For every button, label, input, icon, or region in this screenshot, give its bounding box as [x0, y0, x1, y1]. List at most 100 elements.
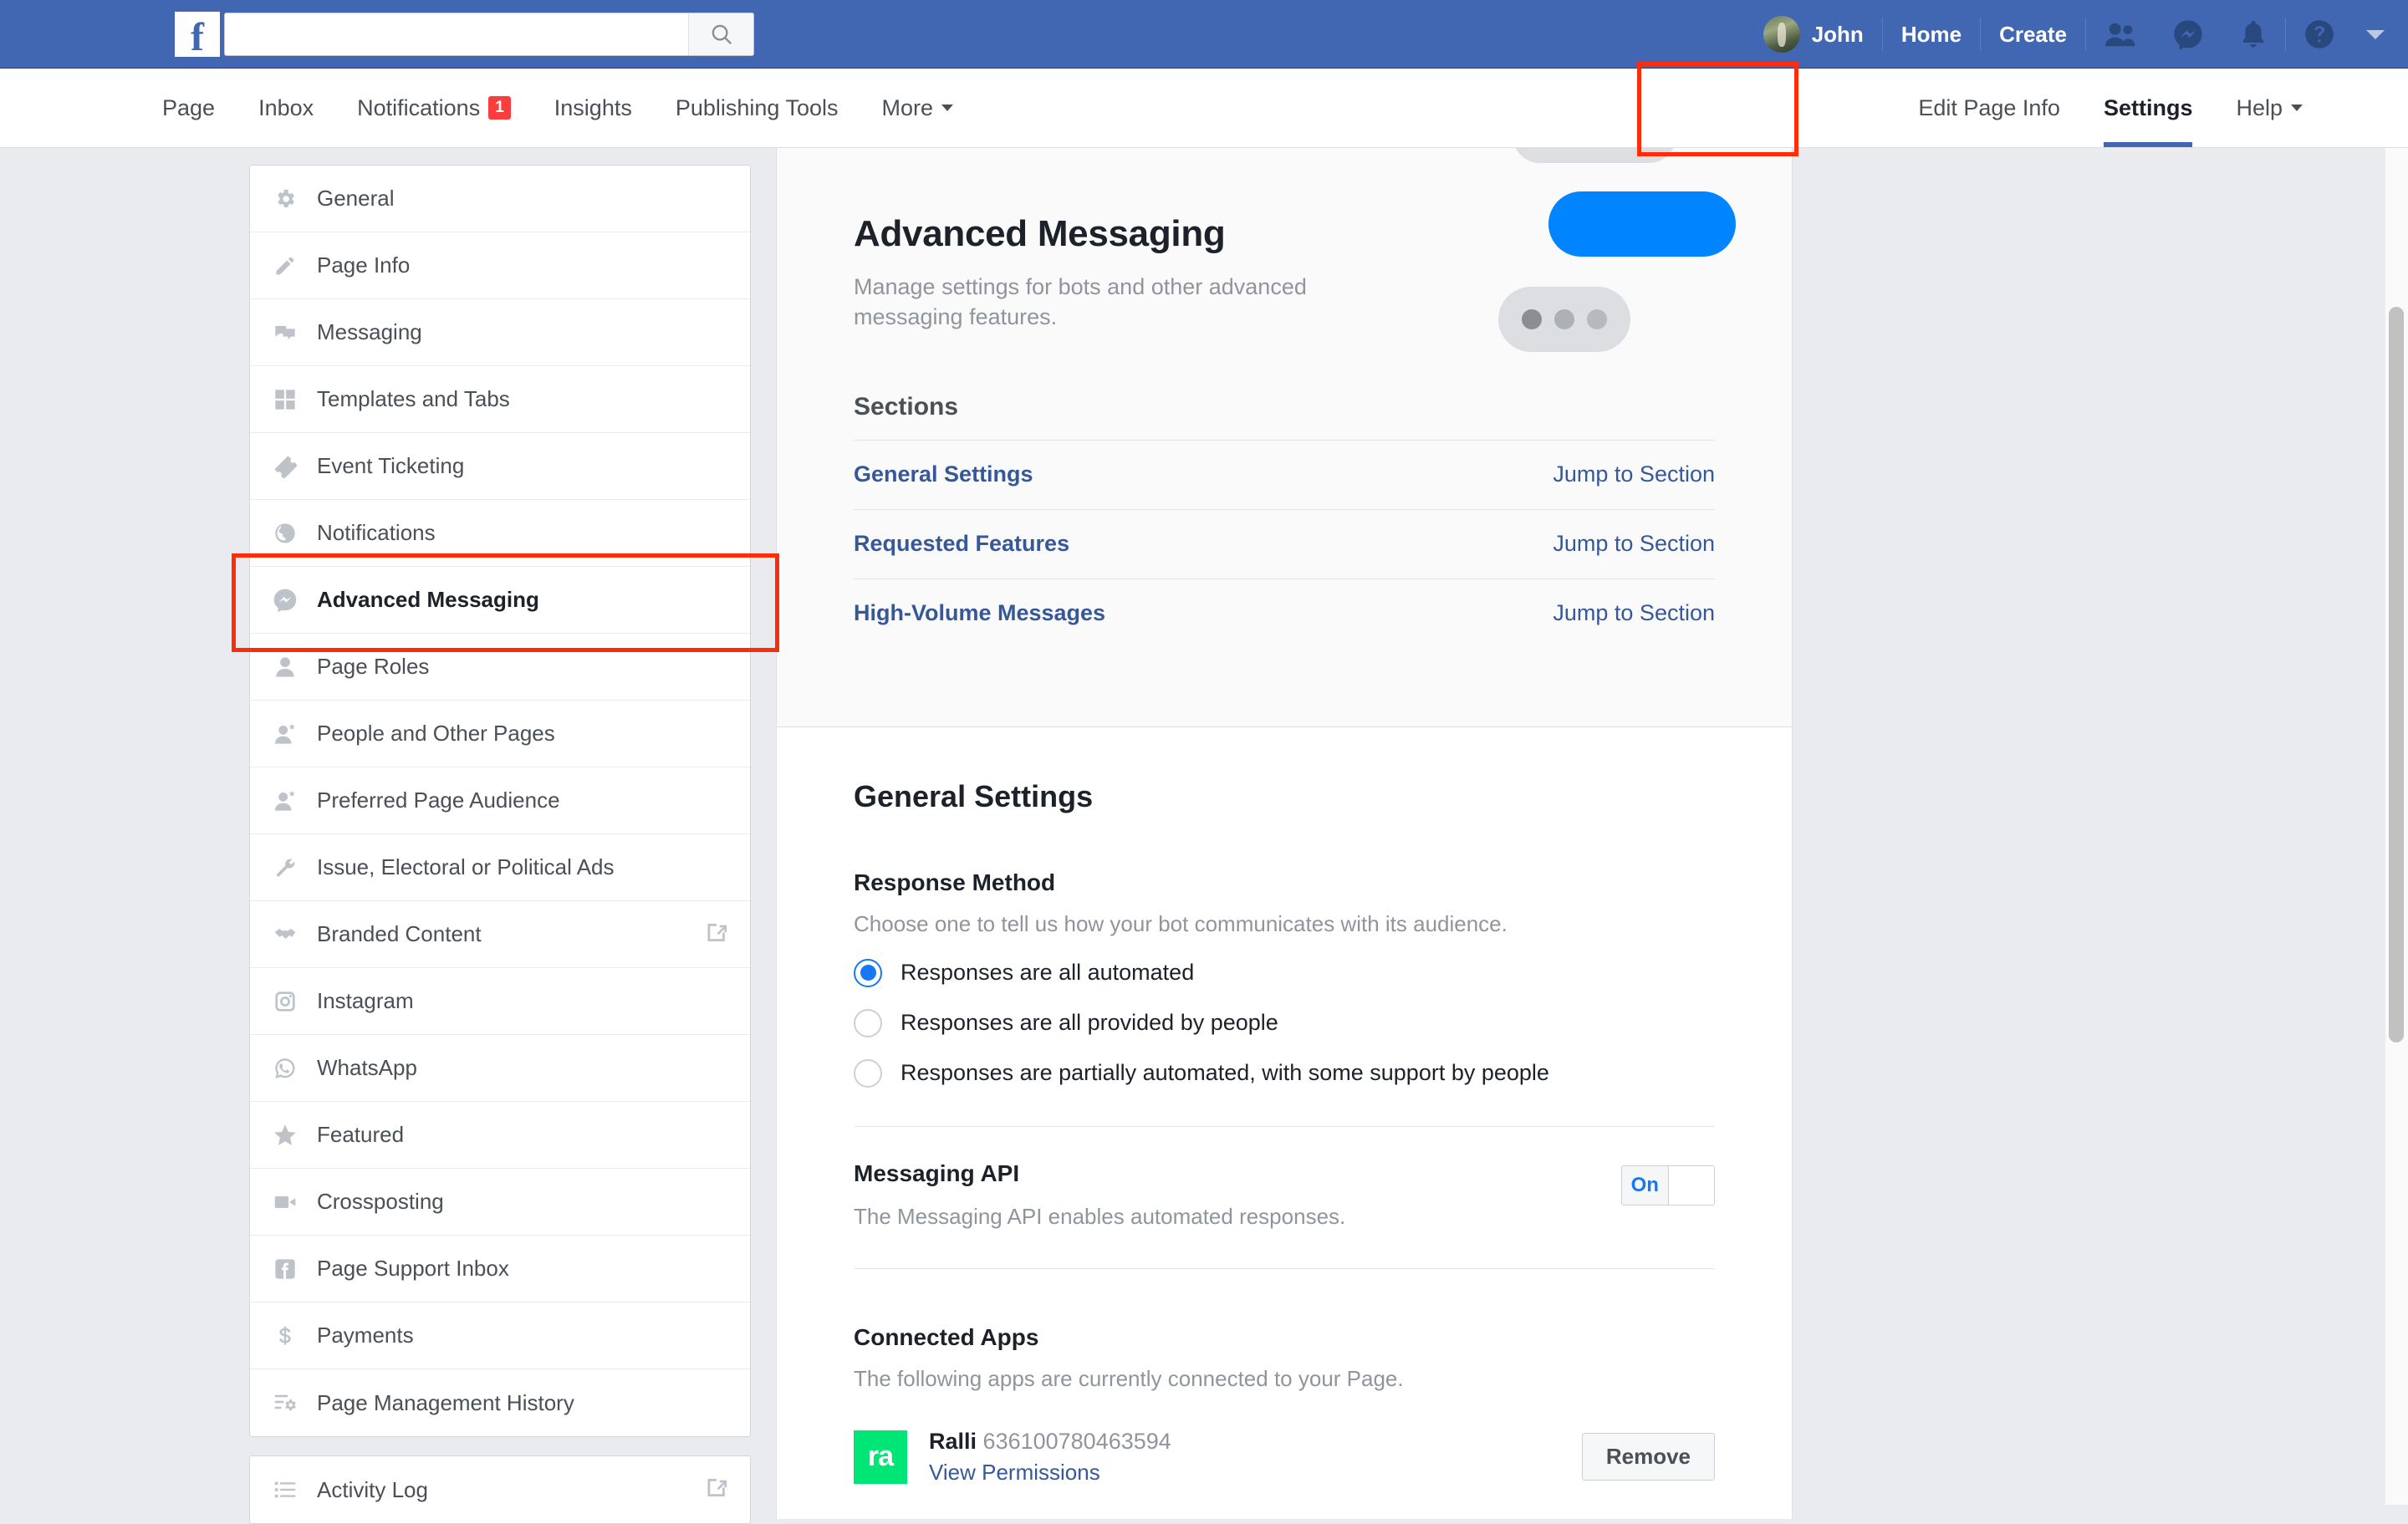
chevron-down-icon	[941, 104, 953, 111]
view-permissions-link[interactable]: View Permissions	[929, 1460, 1582, 1486]
sidebar-item-branded-content[interactable]: Branded Content	[250, 901, 750, 968]
sidebar-item-label: Page Roles	[317, 654, 430, 679]
profile-link[interactable]: John	[1745, 13, 1882, 56]
section-link-general-settings[interactable]: General Settings	[854, 461, 1033, 487]
help-menu[interactable]: Help	[2214, 69, 2324, 147]
sidebar-item-whatsapp[interactable]: WhatsApp	[250, 1035, 750, 1102]
chevron-down-icon	[2291, 104, 2303, 111]
jump-to-section-requested-features[interactable]: Jump to Section	[1553, 531, 1715, 557]
connected-apps-heading: Connected Apps	[854, 1323, 1039, 1350]
sidebar-item-label: Messaging	[317, 319, 422, 344]
sidebar-item-general[interactable]: General	[250, 166, 750, 232]
section-link-row: Requested Features Jump to Section	[854, 508, 1715, 579]
instagram-icon	[272, 990, 298, 1013]
remove-app-button[interactable]: Remove	[1581, 1433, 1715, 1481]
notifications-bell-icon	[2242, 20, 2264, 48]
help-menu-label: Help	[2236, 94, 2283, 120]
sidebar-item-issue-electoral-or-political-ads[interactable]: Issue, Electoral or Political Ads	[250, 834, 750, 901]
sidebar-item-featured[interactable]: Featured	[250, 1102, 750, 1169]
tab-inbox[interactable]: Inbox	[237, 69, 335, 147]
radio-label: Responses are all provided by people	[900, 1010, 1278, 1036]
sidebar-item-activity-log[interactable]: Activity Log	[250, 1456, 750, 1523]
section-link-requested-features[interactable]: Requested Features	[854, 531, 1069, 557]
dollar-sign-icon	[272, 1324, 298, 1348]
tab-publishing-tools-label: Publishing Tools	[675, 94, 839, 120]
notifications-button[interactable]	[2222, 13, 2285, 56]
sidebar-item-messaging[interactable]: Messaging	[250, 299, 750, 366]
settings-nav-card: General Page Info Messaging Templates an…	[249, 165, 751, 1437]
sidebar-item-notifications[interactable]: Notifications	[250, 500, 750, 567]
search-button[interactable]	[688, 13, 753, 55]
pencil-icon	[272, 254, 298, 278]
sidebar-item-templates-and-tabs[interactable]: Templates and Tabs	[250, 366, 750, 433]
radio-label: Responses are all automated	[900, 960, 1195, 986]
radio-option-all-automated[interactable]: Responses are all automated	[854, 958, 1715, 987]
global-search[interactable]	[224, 13, 754, 56]
external-link-icon[interactable]	[705, 920, 728, 948]
jump-to-section-high-volume-messages[interactable]: Jump to Section	[1553, 600, 1715, 626]
home-link[interactable]: Home	[1883, 13, 1980, 56]
facebook-logo[interactable]: f	[175, 12, 220, 58]
jump-to-section-general-settings[interactable]: Jump to Section	[1553, 461, 1715, 487]
tab-notifications[interactable]: Notifications 1	[335, 69, 533, 147]
page-scrollbar-track[interactable]	[2385, 148, 2408, 1505]
help-button[interactable]	[2286, 13, 2353, 56]
sidebar-item-advanced-messaging[interactable]: Advanced Messaging	[250, 567, 750, 634]
advanced-messaging-header-panel: Advanced Messaging Manage settings for b…	[776, 148, 1793, 727]
sidebar-item-label: Featured	[317, 1122, 405, 1147]
radio-option-partially-automated[interactable]: Responses are partially automated, with …	[854, 1058, 1715, 1088]
radio-button[interactable]	[854, 1058, 882, 1088]
connected-app-info: Ralli 636100780463594 View Permissions	[929, 1429, 1582, 1486]
create-link[interactable]: Create	[1981, 13, 2085, 56]
connected-app-name: Ralli	[929, 1428, 977, 1454]
sidebar-item-payments[interactable]: Payments	[250, 1302, 750, 1369]
sidebar-item-page-roles[interactable]: Page Roles	[250, 634, 750, 701]
typing-dot	[1554, 309, 1574, 329]
sidebar-item-label: Page Info	[317, 252, 411, 278]
radio-option-provided-by-people[interactable]: Responses are all provided by people	[854, 1008, 1715, 1037]
sidebar-item-people-and-other-pages[interactable]: People and Other Pages	[250, 701, 750, 767]
sidebar-item-event-ticketing[interactable]: Event Ticketing	[250, 433, 750, 500]
account-caret-icon[interactable]	[2366, 29, 2385, 39]
connected-app-name-line: Ralli 636100780463594	[929, 1429, 1582, 1455]
tab-insights[interactable]: Insights	[533, 69, 654, 147]
search-input[interactable]	[225, 13, 688, 55]
gear-icon	[272, 187, 298, 211]
messaging-api-toggle[interactable]: On	[1621, 1165, 1715, 1205]
messaging-api-block: Messaging API The Messaging API enables …	[854, 1160, 1715, 1230]
globe-icon	[272, 522, 298, 545]
sidebar-item-page-info[interactable]: Page Info	[250, 232, 750, 299]
page-tab-bar: Page Inbox Notifications 1 Insights Publ…	[0, 69, 2408, 148]
tab-publishing-tools[interactable]: Publishing Tools	[654, 69, 860, 147]
tab-more[interactable]: More	[860, 69, 975, 147]
page-scrollbar-thumb[interactable]	[2389, 307, 2404, 1042]
home-label: Home	[1900, 21, 1962, 47]
tab-page[interactable]: Page	[140, 69, 237, 147]
sidebar-item-crossposting[interactable]: Crossposting	[250, 1169, 750, 1236]
tab-settings[interactable]: Settings	[2082, 69, 2215, 147]
sidebar-item-label: People and Other Pages	[317, 721, 555, 746]
radio-button[interactable]	[854, 958, 882, 987]
sidebar-item-instagram[interactable]: Instagram	[250, 968, 750, 1035]
radio-button[interactable]	[854, 1008, 882, 1037]
divider	[854, 1267, 1715, 1269]
sidebar-item-label: Activity Log	[317, 1476, 428, 1502]
global-header-right: John Home Create	[1745, 0, 2408, 69]
typing-dot	[1587, 309, 1607, 329]
typing-dot	[1522, 309, 1542, 329]
sidebar-item-preferred-page-audience[interactable]: Preferred Page Audience	[250, 767, 750, 834]
section-link-high-volume-messages[interactable]: High-Volume Messages	[854, 600, 1105, 626]
edit-page-info-link[interactable]: Edit Page Info	[1896, 69, 2082, 147]
person-star-icon	[272, 789, 298, 813]
chat-bubble-outgoing	[1548, 191, 1736, 257]
video-camera-icon	[272, 1190, 298, 1214]
sidebar-item-page-management-history[interactable]: Page Management History	[250, 1369, 750, 1436]
page-subtitle: Manage settings for bots and other advan…	[854, 274, 1307, 330]
star-icon	[272, 1123, 298, 1148]
sidebar-item-label: Page Management History	[317, 1389, 574, 1415]
sidebar-item-page-support-inbox[interactable]: Page Support Inbox	[250, 1236, 750, 1302]
connected-app-row: ra Ralli 636100780463594 View Permission…	[854, 1429, 1715, 1486]
friend-requests-button[interactable]	[2086, 13, 2155, 56]
external-link-icon[interactable]	[705, 1476, 728, 1504]
messenger-button[interactable]	[2155, 13, 2222, 56]
